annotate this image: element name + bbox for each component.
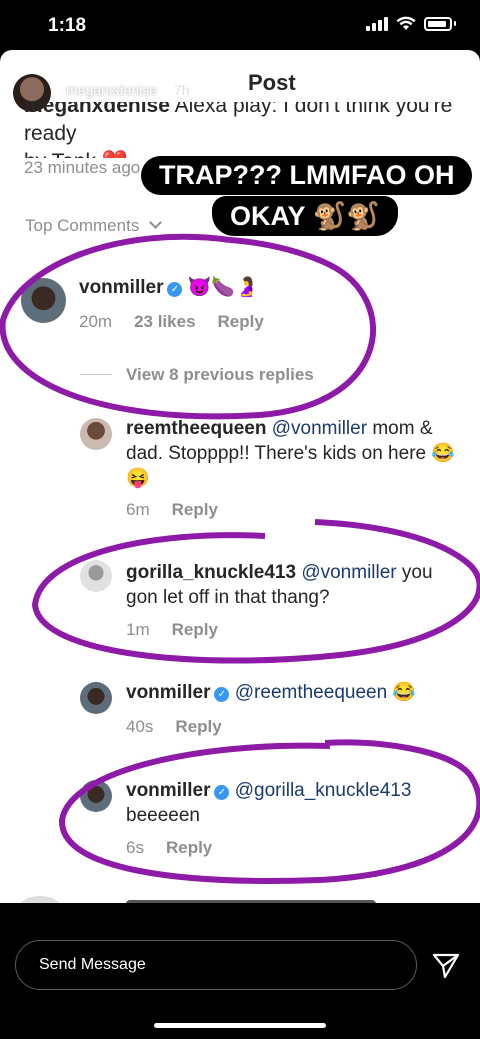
caption-username[interactable]: meganxdenise [24, 102, 170, 117]
top-comments-dropdown[interactable]: Top Comments [25, 216, 163, 236]
avatar[interactable] [80, 418, 112, 450]
avatar[interactable] [80, 780, 112, 812]
comment-time: 20m [79, 312, 113, 331]
comment-time: 6m [126, 500, 150, 519]
comment-username[interactable]: vonmiller [79, 277, 163, 298]
status-bar: 1:18 [0, 0, 480, 50]
wifi-icon [396, 16, 416, 30]
send-message-placeholder: Send Message [39, 956, 146, 973]
reply-button[interactable]: Reply [166, 838, 212, 857]
signal-icon [366, 16, 388, 31]
comment-text: vonmiller ✓ @gorilla_knuckle413beeeeen [126, 778, 466, 828]
comment-meta: 40s Reply [126, 717, 244, 737]
top-comments-label: Top Comments [25, 216, 140, 235]
story-progress-bar [8, 58, 472, 61]
comment-meta: 20m 23 likes Reply [79, 312, 286, 332]
story-screenshot: meganxdenise 7h Post ••• meganxdenise Al… [0, 50, 480, 903]
status-icons [366, 16, 456, 31]
story-time: 7h [174, 82, 190, 98]
comment-text: vonmiller ✓ 😈🍆🤰 [79, 275, 459, 300]
comment-time: 1m [126, 620, 150, 639]
comment-body: beeeeen [126, 805, 200, 826]
comment-mention[interactable]: @reemtheequeen [235, 682, 387, 703]
verified-icon: ✓ [214, 785, 230, 800]
more-icon[interactable]: ••• [400, 74, 429, 100]
verified-icon: ✓ [167, 282, 183, 297]
comment-body: 😂 [387, 682, 417, 703]
status-time: 1:18 [48, 15, 87, 36]
avatar[interactable] [21, 278, 66, 323]
comment-mention[interactable]: @vonmiller [272, 418, 367, 439]
comment-meta: 1m Reply [126, 620, 240, 640]
story-text-overlay-line2: OKAY 🐒🐒 [212, 196, 398, 236]
comment-username[interactable]: gorilla_knuckle413 [126, 562, 296, 583]
close-icon[interactable] [442, 68, 470, 96]
reply-button[interactable]: Reply [172, 620, 218, 639]
comment-username[interactable]: vonmiller [126, 780, 210, 801]
avatar[interactable] [80, 560, 112, 592]
reply-button[interactable]: Reply [175, 717, 221, 736]
reply-button[interactable]: Reply [218, 312, 264, 331]
cutoff-comment-row [20, 896, 460, 903]
verified-icon: ✓ [214, 687, 230, 702]
caption-time: 23 minutes ago [24, 158, 141, 177]
home-indicator [154, 1023, 326, 1028]
battery-icon [424, 16, 452, 31]
page-title: Post [248, 70, 296, 95]
comment-text: reemtheequeen @vonmiller mom & dad. Stop… [126, 416, 466, 491]
chevron-down-icon [149, 216, 163, 229]
comment-time: 40s [126, 717, 154, 736]
avatar[interactable] [80, 682, 112, 714]
comment-text: gorilla_knuckle413 @vonmiller you gon le… [126, 560, 466, 610]
send-message-input[interactable]: Send Message [15, 940, 417, 990]
view-replies-label: View 8 previous replies [126, 365, 314, 384]
story-username[interactable]: meganxdenise [66, 82, 157, 98]
view-replies-link[interactable]: View 8 previous replies [80, 365, 314, 385]
comment-mention[interactable]: @vonmiller [301, 562, 396, 583]
comment-body: 😈🍆🤰 [182, 277, 259, 298]
comment-meta: 6m Reply [126, 500, 240, 520]
story-reply-bar: Send Message [0, 903, 480, 1039]
comment-username[interactable]: reemtheequeen [126, 418, 266, 439]
comment-time: 6s [126, 838, 144, 857]
comment-likes[interactable]: 23 likes [134, 312, 195, 331]
story-text-overlay-line1: TRAP??? LMMFAO OH [141, 156, 473, 195]
post-caption: meganxdenise Alexa play: I don't think y… [24, 102, 464, 158]
comment-mention[interactable]: @gorilla_knuckle413 [235, 780, 412, 801]
send-icon[interactable] [432, 953, 460, 979]
reply-button[interactable]: Reply [172, 500, 218, 519]
comment-username[interactable]: vonmiller [126, 682, 210, 703]
comment-text: vonmiller ✓ @reemtheequeen 😂 [126, 680, 466, 705]
comment-meta: 6s Reply [126, 838, 234, 858]
